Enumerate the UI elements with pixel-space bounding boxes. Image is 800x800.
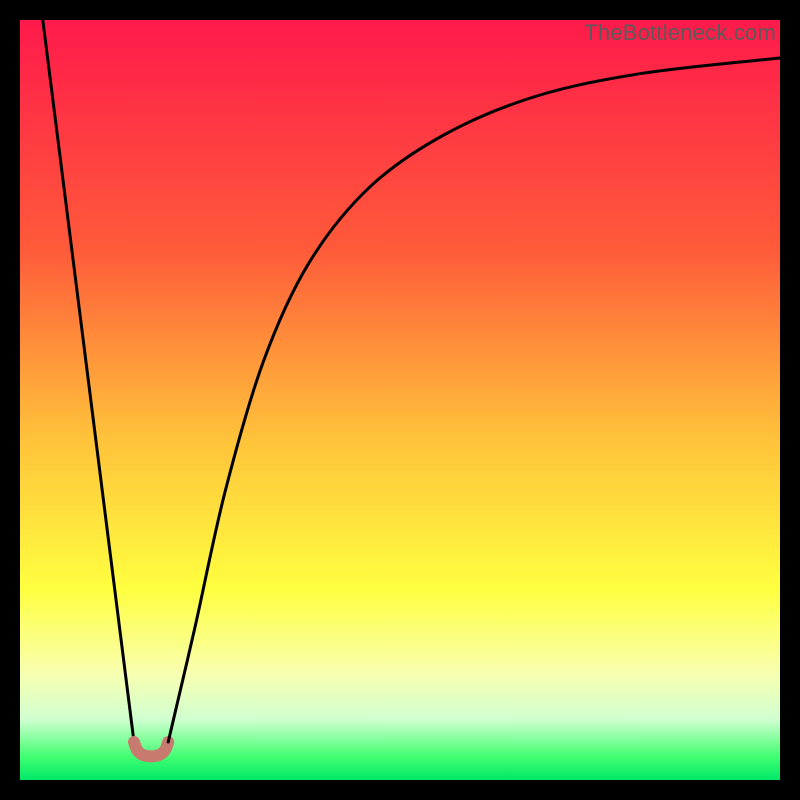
curve-left-arm [43, 20, 134, 742]
chart-frame: TheBottleneck.com [20, 20, 780, 780]
chart-curves [20, 20, 780, 780]
curve-valley-bump [134, 742, 168, 756]
watermark-text: TheBottleneck.com [584, 20, 776, 46]
curve-right-arm [168, 58, 780, 742]
